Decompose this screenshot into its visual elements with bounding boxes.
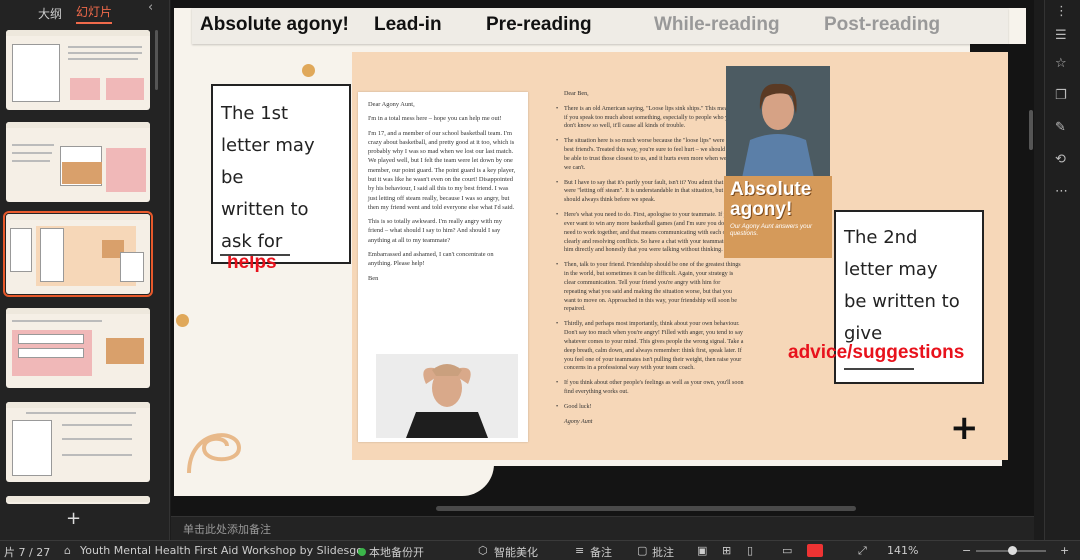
lesson-nav-bar: Absolute agony! Lead-in Pre-reading Whil… [192,8,1008,44]
thumbnail-scrollbar[interactable] [155,30,158,90]
letter-from-agony-aunt: Dear Ben, There is an old American sayin… [550,86,750,456]
letter2-paragraph: Thirdly, and perhaps most importantly, t… [556,320,744,373]
letter1-paragraph: I'm 17, and a member of our school baske… [368,129,516,211]
star-icon[interactable]: ☆ [1055,56,1067,71]
decorative-dot [176,314,189,327]
letter2-signature: Agony Aunt [564,418,593,425]
app-window: 大纲 幻灯片 ‹ + Absolute agony! Lead-in Pre-r… [0,0,1080,560]
theme-icon[interactable]: ⌂ [64,544,71,557]
letter2-paragraph: But I have to say that it's partly your … [556,179,744,205]
chevron-left-icon[interactable]: ‹ [148,0,153,15]
slide-thumbnail-8[interactable] [6,308,150,388]
slide-thumbnail-5[interactable] [6,30,150,110]
agony-aunt-photo [726,66,830,178]
panel-tabs: 大纲 幻灯片 [0,0,169,26]
more-icon[interactable]: ⋮ [1055,4,1068,19]
callout2-line: The 2nd [844,227,918,248]
add-slide-button[interactable]: + [66,508,81,529]
callout1-line: letter may be [221,135,315,189]
present-icon[interactable]: ▭ [782,544,792,557]
callout1-line: written to [221,199,309,221]
letter1-signature: Ben [368,274,379,282]
backup-label: 本地备份开 [369,546,424,559]
letter2-paragraph: If you think about other people's feelin… [556,379,744,397]
letter2-paragraph: Good luck! [556,403,744,412]
slide-editor: Absolute agony! Lead-in Pre-reading Whil… [171,0,1034,540]
slide-thumbnail-6[interactable] [6,122,150,202]
comment-icon[interactable]: ▢ [637,544,647,557]
history-icon[interactable]: ⟲ [1055,152,1066,167]
callout-first-letter[interactable]: The 1st letter may be written to ask for… [211,84,351,273]
beautify-button[interactable]: 智能美化 [494,544,538,560]
callout2-line: be written to [844,291,960,313]
slide-thumbnail-9[interactable] [6,402,150,482]
letter2-paragraph: The situation here is so much worse beca… [556,137,744,172]
zoom-out-button[interactable]: − [962,544,971,557]
play-slideshow-button[interactable] [807,544,823,557]
tab-slides[interactable]: 幻灯片 [76,3,113,24]
letter1-paragraph: This is so totally awkward. I'm really a… [368,218,502,244]
comments-button[interactable]: 批注 [652,544,674,560]
decorative-swirl [187,433,242,474]
slide-thumbnail-7-selected[interactable] [3,211,153,297]
notes-icon[interactable]: ≡ [575,544,584,557]
callout1-highlight: helps [227,252,277,274]
decorative-dot [302,64,315,77]
copy-icon[interactable]: ❐ [1055,88,1067,103]
letter2-greeting: Dear Ben, [564,91,589,97]
letter2-paragraph: There is an old American saying, "Loose … [556,105,744,131]
callout1-line: The 1st [221,103,289,124]
nav-item-absolute-agony[interactable]: Absolute agony! [200,14,349,36]
backup-status[interactable]: 本地备份开 [358,544,424,560]
nav-item-lead-in[interactable]: Lead-in [374,14,442,36]
right-toolbar: ⋮ ☰ ☆ ❐ ✎ ⟲ ⋯ [1044,0,1080,540]
notes-button[interactable]: 备注 [590,544,612,560]
ellipsis-icon[interactable]: ⋯ [1055,184,1068,199]
stressed-man-photo [376,354,518,438]
blank-underline [844,368,914,370]
slide-counter: 片 7 / 27 [4,546,51,559]
slide-sorter-icon[interactable]: ⊞ [722,544,731,557]
settings-sliders-icon[interactable]: ☰ [1055,28,1067,43]
zoom-level[interactable]: 141% [887,544,918,557]
blank-underline [220,254,290,256]
letter1-paragraph: I'm in a total mess here – hope you can … [368,115,502,123]
notes-field[interactable]: 单击此处添加备注 [171,516,1034,540]
zoom-in-button[interactable]: + [1060,544,1069,557]
agony-banner-title: Absolute agony! [730,179,812,220]
reading-view-icon[interactable]: ▯ [747,544,753,557]
letter2-paragraph: Here's what you need to do. First, apolo… [556,211,744,255]
letter2-paragraph: Then, talk to your friend. Friendship sh… [556,261,744,314]
agony-banner-subtitle: Our Agony Aunt answers your questions. [730,222,813,237]
plus-icon: + [950,408,979,448]
callout2-line: letter may [844,259,938,281]
slide-thumbnail-10[interactable] [6,496,150,504]
normal-view-icon[interactable]: ▣ [697,544,707,557]
fit-window-icon[interactable]: ⤢ [858,544,867,558]
tab-outline[interactable]: 大纲 [38,5,62,22]
slide-canvas[interactable]: Absolute agony! Lead-in Pre-reading Whil… [174,0,1026,504]
horizontal-scrollbar[interactable] [176,506,1028,512]
callout2-highlight: advice/suggestions [788,342,965,363]
letter1-greeting: Dear Agony Aunt, [368,101,415,108]
theme-name[interactable]: Youth Mental Health First Aid Workshop b… [80,544,363,557]
beautify-icon[interactable]: ⬡ [478,544,488,557]
letter1-paragraph: Embarrassed and ashamed, I can't concent… [368,250,494,268]
zoom-slider-handle[interactable] [1008,546,1017,555]
nav-item-while-reading[interactable]: While-reading [654,14,780,36]
slide-thumbnail-panel: 大纲 幻灯片 ‹ + [0,0,170,540]
absolute-agony-banner: Absolute agony! Our Agony Aunt answers y… [724,176,832,258]
nav-item-pre-reading[interactable]: Pre-reading [486,14,592,36]
nav-item-post-reading[interactable]: Post-reading [824,14,940,36]
status-bar: 片 7 / 27 ⌂ Youth Mental Health First Aid… [0,540,1080,560]
edit-icon[interactable]: ✎ [1055,120,1066,135]
vertical-scrollbar[interactable] [1029,110,1033,150]
